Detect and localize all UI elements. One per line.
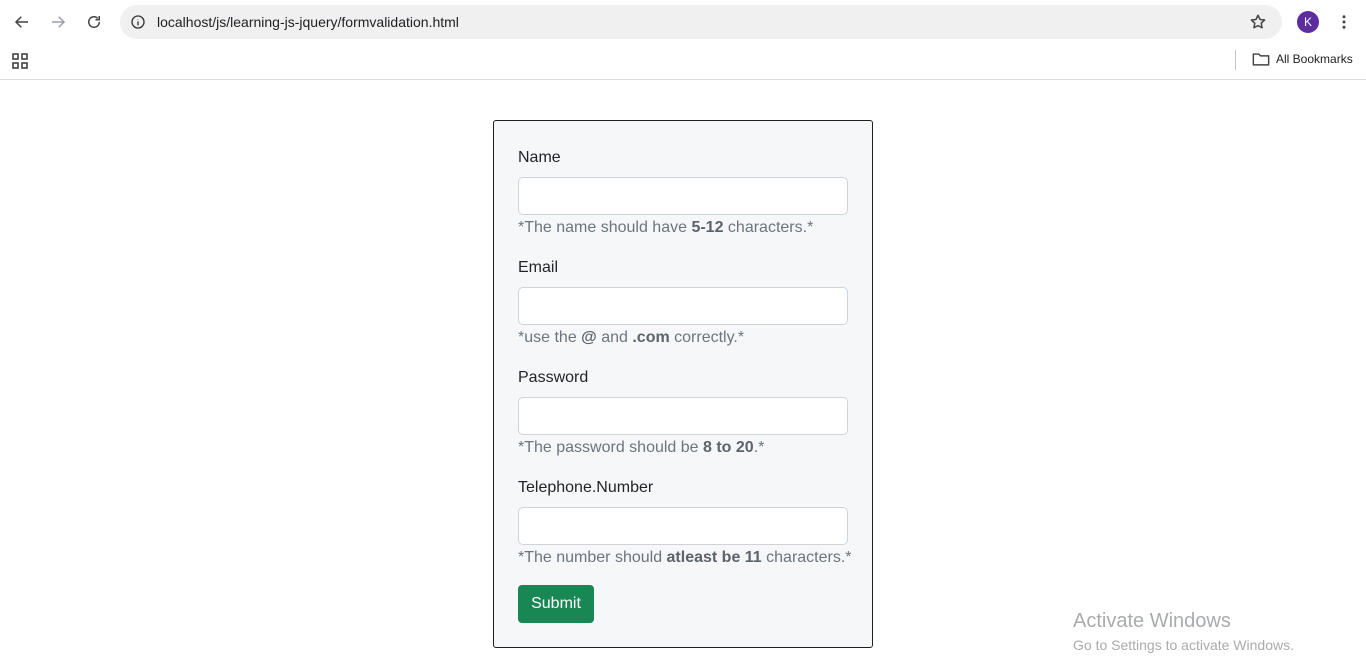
url-text[interactable]: localhost/js/learning-js-jquery/formvali…: [157, 14, 459, 30]
watermark-title: Activate Windows: [1073, 610, 1231, 632]
profile-avatar[interactable]: K: [1297, 11, 1319, 33]
password-label: Password: [518, 369, 589, 386]
bookmarks-bar: All Bookmarks: [0, 44, 1366, 80]
email-input[interactable]: [518, 287, 848, 325]
name-input[interactable]: [518, 177, 848, 215]
validation-form: Name *The name should have 5-12 characte…: [493, 120, 873, 648]
folder-icon[interactable]: [1252, 51, 1270, 67]
menu-dots-icon[interactable]: [1333, 10, 1355, 34]
submit-button[interactable]: Submit: [518, 585, 594, 623]
telephone-label: Telephone.Number: [518, 479, 654, 496]
address-bar[interactable]: localhost/js/learning-js-jquery/formvali…: [120, 5, 1282, 39]
activate-windows-watermark: Activate Windows Go to Settings to activ…: [1073, 609, 1294, 655]
telephone-input[interactable]: [518, 507, 848, 545]
apps-grid-icon[interactable]: [11, 52, 29, 70]
all-bookmarks-link[interactable]: All Bookmarks: [1276, 52, 1353, 66]
reload-icon[interactable]: [80, 8, 108, 36]
telephone-hint: *The number should atleast be 11 charact…: [518, 549, 852, 566]
back-icon[interactable]: [8, 8, 36, 36]
password-input[interactable]: [518, 397, 848, 435]
name-label: Name: [518, 149, 561, 166]
password-hint: *The password should be 8 to 20.*: [518, 439, 765, 456]
forward-icon[interactable]: [44, 8, 72, 36]
name-hint: *The name should have 5-12 characters.*: [518, 219, 814, 236]
browser-toolbar: localhost/js/learning-js-jquery/formvali…: [0, 0, 1366, 44]
email-hint: *use the @ and .com correctly.*: [518, 329, 745, 346]
watermark-subtitle: Go to Settings to activate Windows.: [1073, 637, 1294, 653]
bookmarks-separator: [1235, 50, 1236, 70]
email-label: Email: [518, 259, 559, 276]
site-info-icon[interactable]: [128, 12, 148, 32]
bookmark-star-icon[interactable]: [1248, 12, 1268, 32]
